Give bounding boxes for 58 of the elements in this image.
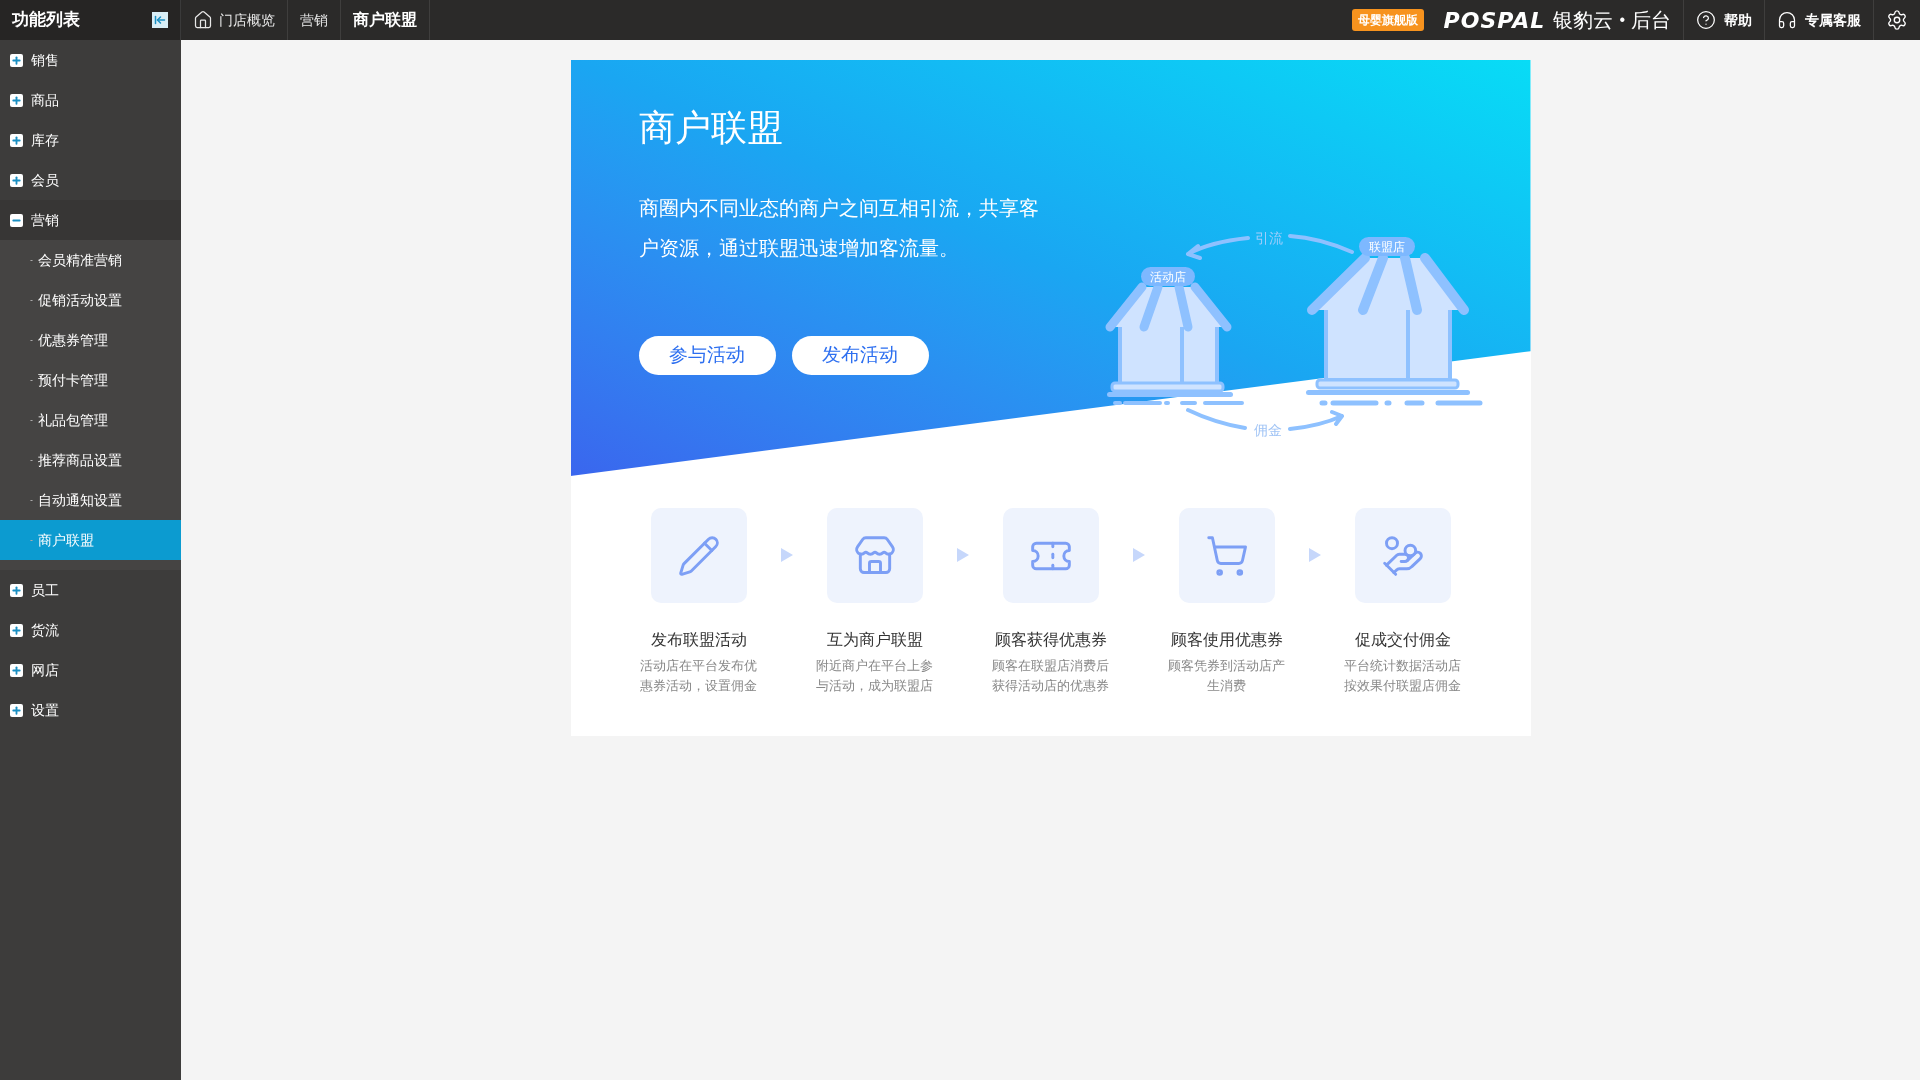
- flow-label: 佣金: [1253, 422, 1282, 438]
- store-tag-label: 联盟店: [1368, 240, 1405, 254]
- pencil-icon: [676, 533, 721, 578]
- sidebar-title: 功能列表: [12, 9, 80, 32]
- submenu-item[interactable]: 自动通知设置: [0, 480, 181, 520]
- menu-item[interactable]: 网店: [0, 650, 181, 690]
- collapse-icon[interactable]: [152, 12, 168, 28]
- step-title: 顾客使用优惠券: [1170, 630, 1283, 650]
- submenu-item[interactable]: 会员精准营销: [0, 240, 181, 280]
- help-icon: [1696, 10, 1716, 30]
- breadcrumb-item[interactable]: 商户联盟: [341, 0, 430, 40]
- settings-icon[interactable]: [1886, 9, 1908, 31]
- breadcrumb-item[interactable]: 营销: [288, 0, 341, 40]
- step-description: 平台统计数据活动店按效果付联盟店佣金: [1343, 657, 1462, 695]
- step-description: 顾客凭券到活动店产生消费: [1167, 657, 1286, 695]
- home-icon: [193, 10, 213, 30]
- brand-suffix: 后台: [1631, 8, 1671, 33]
- submenu-item[interactable]: 优惠券管理: [0, 320, 181, 360]
- action-button[interactable]: 发布活动: [791, 336, 929, 375]
- step-description: 顾客在联盟店消费后获得活动店的优惠券: [991, 657, 1110, 695]
- edition-badge: 母婴旗舰版: [1351, 9, 1424, 31]
- next-arrow-icon: [956, 548, 969, 562]
- store-tag: [1358, 237, 1415, 256]
- banner-description: 商圈内不同业态的商户之间互相引流，共享客户资源，通过联盟迅速增加客流量。: [638, 196, 1040, 261]
- menu-item[interactable]: 会员: [0, 160, 181, 200]
- menu-item[interactable]: 设置: [0, 690, 181, 730]
- menu-item[interactable]: 员工: [0, 570, 181, 610]
- menu-item[interactable]: 商品: [0, 80, 181, 120]
- next-arrow-icon: [1132, 548, 1145, 562]
- breadcrumb-item[interactable]: 门店概览: [181, 0, 288, 40]
- banner-title: 商户联盟: [638, 106, 784, 150]
- menu-item[interactable]: 库存: [0, 120, 181, 160]
- next-arrow-icon: [780, 548, 793, 562]
- step-description: 附近商户在平台上参与活动，成为联盟店: [815, 657, 934, 695]
- step-description: 活动店在平台发布优惠券活动，设置佣金: [639, 657, 758, 695]
- submenu-item[interactable]: 预付卡管理: [0, 360, 181, 400]
- submenu-item[interactable]: 推荐商品设置: [0, 440, 181, 480]
- toolbar-link[interactable]: 帮助: [1683, 0, 1764, 40]
- menu-item[interactable]: 销售: [0, 40, 181, 80]
- coin-hand-icon: [1380, 533, 1425, 578]
- headset-icon: [1777, 10, 1797, 30]
- toolbar-link[interactable]: 专属客服: [1764, 0, 1873, 40]
- brand-name: 银豹云: [1553, 8, 1614, 33]
- flow-label: 引流: [1254, 230, 1283, 246]
- submenu-item[interactable]: 促销活动设置: [0, 280, 181, 320]
- step-title: 促成交付佣金: [1354, 630, 1451, 650]
- action-button[interactable]: 参与活动: [638, 336, 776, 375]
- next-arrow-icon: [1308, 548, 1321, 562]
- step-title: 顾客获得优惠券: [994, 630, 1107, 650]
- step-title: 发布联盟活动: [650, 630, 747, 650]
- logo: POSPAL: [1443, 6, 1546, 35]
- brand-separator: •: [1619, 10, 1625, 30]
- menu-item[interactable]: 营销: [0, 200, 181, 240]
- store-tag-label: 活动店: [1149, 270, 1186, 284]
- cart-icon: [1204, 533, 1249, 578]
- step-title: 互为商户联盟: [826, 630, 923, 650]
- submenu-item[interactable]: 礼品包管理: [0, 400, 181, 440]
- menu-item[interactable]: 货流: [0, 610, 181, 650]
